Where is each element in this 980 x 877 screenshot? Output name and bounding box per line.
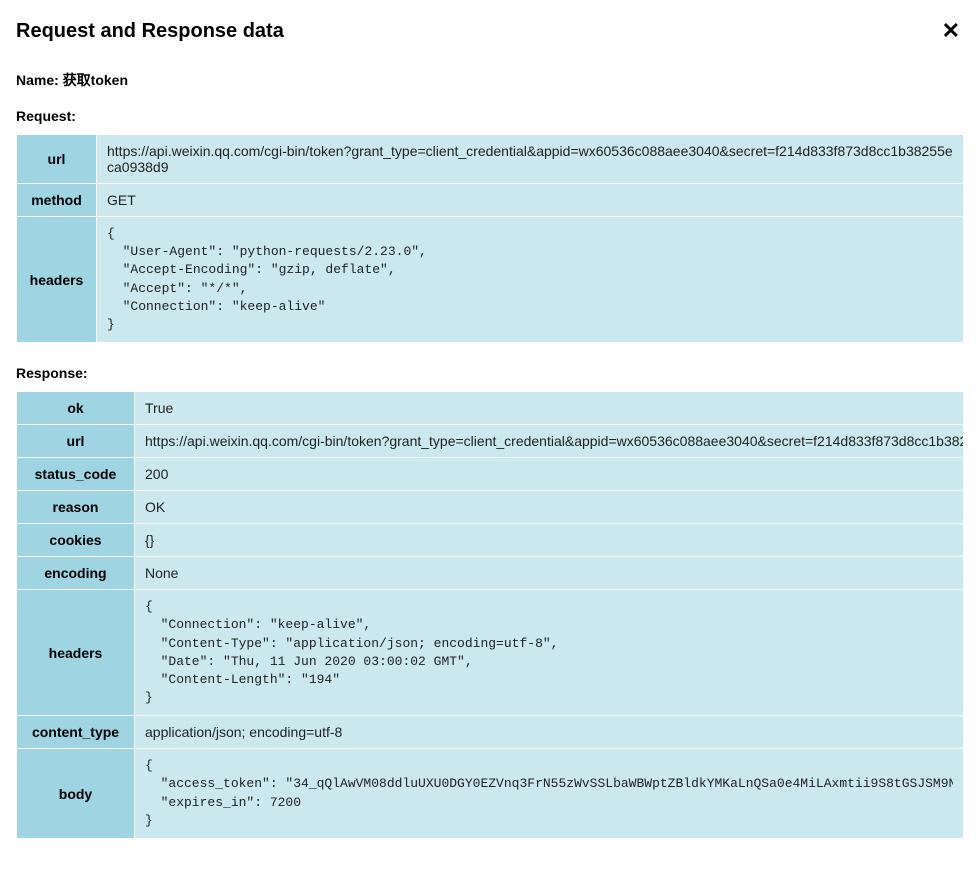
table-row: headers { "User-Agent": "python-requests… (17, 217, 964, 343)
request-row-value-url: https://api.weixin.qq.com/cgi-bin/token?… (97, 135, 964, 184)
table-row: encoding None (17, 557, 964, 590)
request-table: url https://api.weixin.qq.com/cgi-bin/to… (16, 134, 964, 343)
response-row-key-content-type: content_type (17, 716, 135, 749)
response-row-key-url: url (17, 425, 135, 458)
table-row: url https://api.weixin.qq.com/cgi-bin/to… (17, 135, 964, 184)
response-row-key-status-code: status_code (17, 458, 135, 491)
request-row-value-method: GET (97, 184, 964, 217)
name-line: Name: 获取token (16, 70, 964, 90)
response-section-label: Response: (16, 365, 964, 381)
response-body-pre: { "access_token": "34_qQlAwVM08ddluUXU0D… (145, 757, 953, 830)
request-row-key-method: method (17, 184, 97, 217)
table-row: cookies {} (17, 524, 964, 557)
table-row: ok True (17, 392, 964, 425)
table-row: status_code 200 (17, 458, 964, 491)
page-title: Request and Response data (16, 20, 284, 43)
request-row-value-headers: { "User-Agent": "python-requests/2.23.0"… (97, 217, 964, 343)
table-row: body { "access_token": "34_qQlAwVM08ddlu… (17, 749, 964, 839)
response-row-value-body: { "access_token": "34_qQlAwVM08ddluUXU0D… (135, 749, 964, 839)
name-label: Name: (16, 72, 59, 88)
close-icon[interactable]: ✕ (938, 16, 964, 46)
table-row: headers { "Connection": "keep-alive", "C… (17, 590, 964, 716)
response-row-key-encoding: encoding (17, 557, 135, 590)
table-row: method GET (17, 184, 964, 217)
request-headers-pre: { "User-Agent": "python-requests/2.23.0"… (107, 225, 953, 334)
response-table: ok True url https://api.weixin.qq.com/cg… (16, 391, 964, 839)
response-row-value-reason: OK (135, 491, 964, 524)
name-value: 获取token (63, 72, 128, 88)
request-row-key-headers: headers (17, 217, 97, 343)
table-row: reason OK (17, 491, 964, 524)
table-row: url https://api.weixin.qq.com/cgi-bin/to… (17, 425, 964, 458)
response-headers-pre: { "Connection": "keep-alive", "Content-T… (145, 598, 953, 707)
response-row-key-ok: ok (17, 392, 135, 425)
response-row-key-cookies: cookies (17, 524, 135, 557)
response-row-value-status-code: 200 (135, 458, 964, 491)
response-row-value-url: https://api.weixin.qq.com/cgi-bin/token?… (135, 425, 964, 458)
response-row-value-content-type: application/json; encoding=utf-8 (135, 716, 964, 749)
request-section-label: Request: (16, 108, 964, 124)
response-row-key-body: body (17, 749, 135, 839)
response-row-key-headers: headers (17, 590, 135, 716)
table-row: content_type application/json; encoding=… (17, 716, 964, 749)
response-row-value-headers: { "Connection": "keep-alive", "Content-T… (135, 590, 964, 716)
header: Request and Response data ✕ (16, 16, 964, 46)
request-row-key-url: url (17, 135, 97, 184)
response-row-value-ok: True (135, 392, 964, 425)
response-row-value-encoding: None (135, 557, 964, 590)
response-row-value-cookies: {} (135, 524, 964, 557)
response-row-key-reason: reason (17, 491, 135, 524)
